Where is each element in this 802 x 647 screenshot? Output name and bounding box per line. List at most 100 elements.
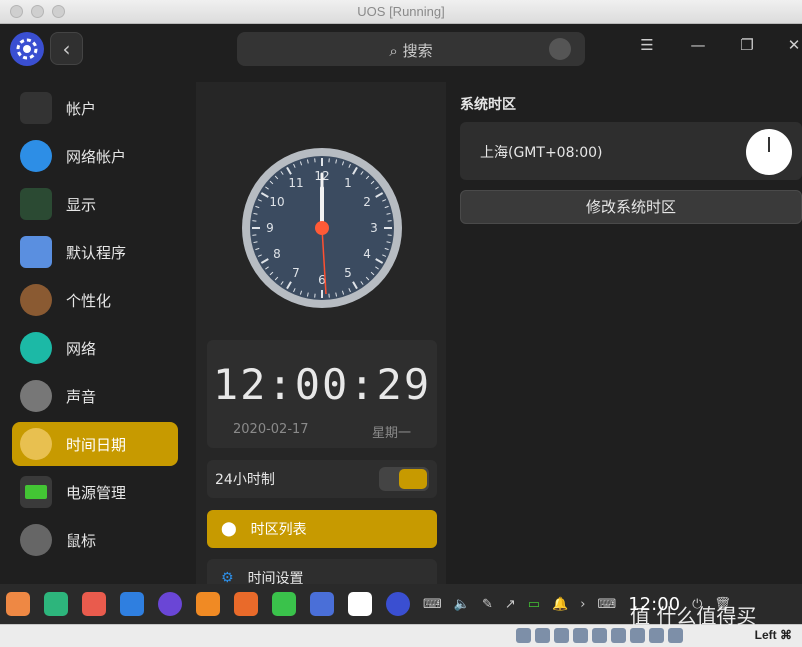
sidebar-item-power[interactable]: 电源管理 xyxy=(12,470,178,514)
sidebar-item-label: 电源管理 xyxy=(66,483,127,502)
clock-number: 2 xyxy=(363,195,371,209)
window-title: UOS [Running] xyxy=(357,4,445,19)
music-icon[interactable] xyxy=(272,592,296,616)
sidebar-item-personalization[interactable]: 个性化 xyxy=(12,278,178,322)
24-hour-toggle[interactable] xyxy=(379,467,429,491)
mini-clock-icon xyxy=(746,129,792,175)
network-tray-icon[interactable]: ↗ xyxy=(505,597,516,612)
voice-search-icon[interactable] xyxy=(549,38,571,60)
mouse-integration-icon[interactable] xyxy=(668,628,683,643)
sidebar-item-sound[interactable]: 声音 xyxy=(12,374,178,418)
digital-clock: 12:00:29 2020-02-17 星期一 xyxy=(207,340,437,448)
timezone-list-button[interactable]: ⬤ 时区列表 xyxy=(207,510,437,548)
menu-icon[interactable]: ☰ xyxy=(637,36,657,56)
location-pin-icon: ⬤ xyxy=(221,521,237,537)
current-timezone-card: 上海(GMT+08:00) xyxy=(460,122,802,180)
speaker-icon xyxy=(20,380,52,412)
search-icon: ⌕ xyxy=(389,42,398,60)
notification-bell-icon[interactable]: 🔔 xyxy=(552,597,568,612)
close-icon[interactable]: ✕ xyxy=(784,36,802,56)
analog-clock: 121234567891011 xyxy=(242,148,402,308)
sidebar-item-display[interactable]: 显示 xyxy=(12,182,178,226)
user-avatar-icon xyxy=(20,92,52,124)
sidebar-item-label: 个性化 xyxy=(66,291,112,310)
search-input[interactable]: ⌕ 搜索 xyxy=(237,32,585,66)
chevron-left-icon: ‹ xyxy=(62,36,71,61)
app-store-icon[interactable] xyxy=(120,592,144,616)
sidebar-item-network[interactable]: 网络 xyxy=(12,326,178,370)
sidebar-item-label: 网络 xyxy=(66,339,97,358)
sidebar-item-label: 时间日期 xyxy=(66,435,127,454)
watermark: 值 什么值得买 xyxy=(630,604,757,628)
host-key-label: Left ⌘ xyxy=(754,628,792,642)
optical-drive-icon[interactable] xyxy=(535,628,550,643)
sidebar-item-label: 默认程序 xyxy=(66,243,127,262)
current-timezone-name: 上海(GMT+08:00) xyxy=(480,145,603,161)
clock-number: 7 xyxy=(292,266,300,280)
calendar-icon[interactable] xyxy=(348,592,372,616)
minimize-icon[interactable]: — xyxy=(688,36,708,56)
24-hour-label: 24小时制 xyxy=(215,472,275,488)
palette-icon xyxy=(20,284,52,316)
cloud-icon xyxy=(20,140,52,172)
sidebar-item-label: 网络帐户 xyxy=(66,147,127,166)
chevron-right-icon[interactable]: › xyxy=(580,597,585,612)
sidebar-item-label: 鼠标 xyxy=(66,531,97,550)
back-button[interactable]: ‹ xyxy=(50,32,83,65)
launcher-icon[interactable] xyxy=(6,592,30,616)
battery-icon xyxy=(20,476,52,508)
clock-number: 3 xyxy=(370,221,378,235)
sidebar-item-label: 帐户 xyxy=(66,99,97,118)
keyboard-icon[interactable]: ⌨ xyxy=(423,597,442,612)
clock-icon xyxy=(20,428,52,460)
file-manager-icon[interactable] xyxy=(196,592,220,616)
digital-time: 12:00:29 xyxy=(212,360,432,409)
capture-icon[interactable] xyxy=(649,628,664,643)
clock-number: 4 xyxy=(363,247,371,261)
network-adapter-icon[interactable] xyxy=(573,628,588,643)
browser-icon[interactable] xyxy=(158,592,182,616)
usb-icon[interactable] xyxy=(592,628,607,643)
clock-number: 1 xyxy=(344,176,352,190)
datetime-panel: 121234567891011 12:00:29 2020-02-17 星期一 … xyxy=(196,82,446,624)
pen-icon[interactable]: ✎ xyxy=(482,597,493,612)
input-method-icon[interactable]: ⌨ xyxy=(597,597,616,612)
disk-icon[interactable] xyxy=(516,628,531,643)
timezone-panel: 系统时区 上海(GMT+08:00) 修改系统时区 xyxy=(452,82,802,624)
system-timezone-heading: 系统时区 xyxy=(460,97,516,113)
sidebar-item-accounts[interactable]: 帐户 xyxy=(12,86,178,130)
sidebar-item-mouse[interactable]: 鼠标 xyxy=(12,518,178,562)
display-icon[interactable] xyxy=(630,628,645,643)
mouse-icon xyxy=(20,524,52,556)
host-window-titlebar: UOS [Running] xyxy=(0,0,802,24)
clock-number: 9 xyxy=(266,221,274,235)
settings-logo-icon xyxy=(10,32,44,66)
apps-grid-icon[interactable] xyxy=(82,592,106,616)
clock-center xyxy=(315,221,329,235)
sidebar: 帐户 网络帐户 显示 默认程序 个性化 网络 声音 时间日期 电源管理 鼠标 xyxy=(0,82,190,624)
guest-screen: ‹ ⌕ 搜索 ☰ — ❐ ✕ 帐户 网络帐户 显示 默认程序 个性化 网络 声音… xyxy=(0,24,802,624)
sidebar-item-datetime[interactable]: 时间日期 xyxy=(12,422,178,466)
control-center-header: ‹ ⌕ 搜索 ☰ — ❐ ✕ xyxy=(0,24,802,76)
sidebar-item-cloud-accounts[interactable]: 网络帐户 xyxy=(12,134,178,178)
sidebar-item-default-apps[interactable]: 默认程序 xyxy=(12,230,178,274)
sidebar-item-label: 显示 xyxy=(66,195,97,214)
audio-icon[interactable] xyxy=(554,628,569,643)
digital-date: 2020-02-17 xyxy=(233,422,309,437)
24-hour-row: 24小时制 xyxy=(207,460,437,498)
photos-icon[interactable] xyxy=(234,592,258,616)
shared-folder-icon[interactable] xyxy=(611,628,626,643)
change-timezone-button[interactable]: 修改系统时区 xyxy=(460,190,802,224)
volume-icon[interactable]: 🔈 xyxy=(454,597,470,612)
search-placeholder: 搜索 xyxy=(402,42,433,60)
documents-icon[interactable] xyxy=(310,592,334,616)
multitask-icon[interactable] xyxy=(44,592,68,616)
sidebar-item-label: 声音 xyxy=(66,387,97,406)
digital-weekday: 星期一 xyxy=(371,426,411,441)
default-apps-icon xyxy=(20,236,52,268)
clock-number: 8 xyxy=(273,247,281,261)
control-center-icon[interactable] xyxy=(386,592,410,616)
battery-tray-icon[interactable]: ▭ xyxy=(528,597,540,612)
monitor-icon xyxy=(20,188,52,220)
maximize-icon[interactable]: ❐ xyxy=(737,36,757,56)
